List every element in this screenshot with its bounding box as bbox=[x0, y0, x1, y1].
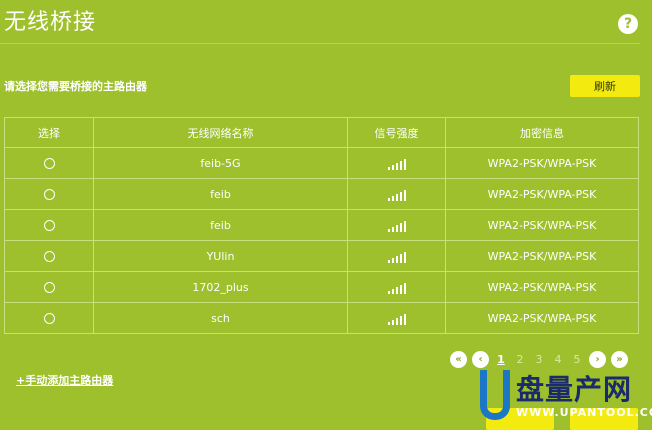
select-radio-cell[interactable] bbox=[4, 302, 94, 334]
signal-cell bbox=[347, 240, 446, 272]
page-1[interactable]: 1 bbox=[494, 353, 508, 366]
select-radio-cell[interactable] bbox=[4, 271, 94, 303]
watermark: 盘量产网 WWW.UPANTOOL.COM bbox=[476, 366, 652, 430]
select-radio[interactable] bbox=[43, 282, 55, 293]
first-page-button[interactable]: « bbox=[450, 350, 467, 368]
table-row[interactable]: feib WPA2-PSK/WPA-PSK bbox=[4, 209, 639, 241]
help-icon[interactable]: ? bbox=[618, 14, 638, 34]
security-cell: WPA2-PSK/WPA-PSK bbox=[445, 178, 639, 210]
next-page-button[interactable]: › bbox=[589, 350, 606, 368]
security-cell: WPA2-PSK/WPA-PSK bbox=[445, 147, 639, 179]
last-page-button[interactable]: » bbox=[611, 350, 628, 368]
signal-strength-icon bbox=[387, 158, 406, 170]
signal-cell bbox=[347, 147, 446, 179]
signal-cell bbox=[347, 178, 446, 210]
table-row[interactable]: 1702_plus WPA2-PSK/WPA-PSK bbox=[4, 271, 639, 303]
security-cell: WPA2-PSK/WPA-PSK bbox=[445, 209, 639, 241]
security-cell: WPA2-PSK/WPA-PSK bbox=[445, 240, 639, 272]
header-ssid: 无线网络名称 bbox=[93, 117, 348, 148]
select-radio-cell[interactable] bbox=[4, 178, 94, 210]
header-security: 加密信息 bbox=[445, 117, 639, 148]
select-radio-cell[interactable] bbox=[4, 209, 94, 241]
table-row[interactable]: feib WPA2-PSK/WPA-PSK bbox=[4, 178, 639, 210]
network-table: 选择 无线网络名称 信号强度 加密信息 feib-5G WPA2-PSK/WPA-… bbox=[4, 117, 639, 334]
scan-subtitle: 请选择您需要桥接的主路由器 bbox=[4, 80, 147, 93]
select-radio[interactable] bbox=[43, 189, 55, 200]
watermark-url: WWW.UPANTOOL.COM bbox=[516, 406, 652, 419]
refresh-button[interactable]: 刷新 bbox=[570, 75, 640, 97]
ssid-cell: feib bbox=[93, 209, 348, 241]
signal-cell bbox=[347, 271, 446, 303]
page-title: 无线桥接 bbox=[4, 10, 97, 35]
prev-page-button[interactable]: ‹ bbox=[472, 350, 489, 368]
watermark-u-logo bbox=[480, 370, 510, 420]
page-4[interactable]: 4 bbox=[551, 353, 565, 366]
ssid-cell: feib-5G bbox=[93, 147, 348, 179]
signal-strength-icon bbox=[387, 251, 406, 263]
page-3[interactable]: 3 bbox=[532, 353, 546, 366]
select-radio-cell[interactable] bbox=[4, 147, 94, 179]
security-cell: WPA2-PSK/WPA-PSK bbox=[445, 302, 639, 334]
signal-cell bbox=[347, 302, 446, 334]
ssid-cell: sch bbox=[93, 302, 348, 334]
watermark-brand: 盘量产网 bbox=[516, 373, 633, 406]
signal-strength-icon bbox=[387, 282, 406, 294]
ssid-cell: YUlin bbox=[93, 240, 348, 272]
signal-strength-icon bbox=[387, 313, 406, 325]
table-row[interactable]: sch WPA2-PSK/WPA-PSK bbox=[4, 302, 639, 334]
header-signal: 信号强度 bbox=[347, 117, 446, 148]
ssid-cell: 1702_plus bbox=[93, 271, 348, 303]
table-header-row: 选择 无线网络名称 信号强度 加密信息 bbox=[4, 117, 639, 148]
select-radio[interactable] bbox=[43, 313, 55, 324]
page-2[interactable]: 2 bbox=[513, 353, 527, 366]
signal-strength-icon bbox=[387, 220, 406, 232]
security-cell: WPA2-PSK/WPA-PSK bbox=[445, 271, 639, 303]
title-divider bbox=[0, 43, 640, 44]
table-row[interactable]: feib-5G WPA2-PSK/WPA-PSK bbox=[4, 147, 639, 179]
signal-strength-icon bbox=[387, 189, 406, 201]
select-radio[interactable] bbox=[43, 251, 55, 262]
header-select: 选择 bbox=[4, 117, 94, 148]
ssid-cell: feib bbox=[93, 178, 348, 210]
table-row[interactable]: YUlin WPA2-PSK/WPA-PSK bbox=[4, 240, 639, 272]
page-5[interactable]: 5 bbox=[570, 353, 584, 366]
signal-cell bbox=[347, 209, 446, 241]
select-radio[interactable] bbox=[43, 220, 55, 231]
select-radio[interactable] bbox=[43, 158, 55, 169]
select-radio-cell[interactable] bbox=[4, 240, 94, 272]
add-router-link[interactable]: +手动添加主路由器 bbox=[16, 372, 113, 388]
